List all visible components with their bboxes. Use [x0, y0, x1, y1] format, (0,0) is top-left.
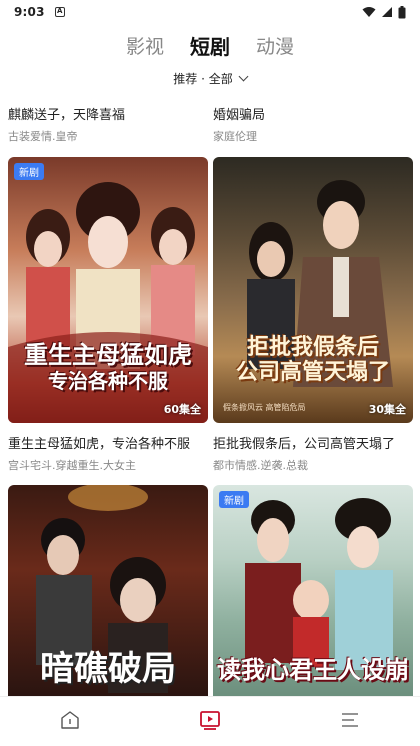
- poster-title: 重生主母猛如虎 专治各种不服: [8, 341, 208, 393]
- item-title: 麒麟送子，天降喜福: [8, 108, 126, 123]
- item-title: 重生主母猛如虎，专治各种不服: [8, 437, 191, 452]
- notification-icon: A: [54, 7, 65, 17]
- tab-label: 短剧: [190, 34, 230, 59]
- status-time: 9:03: [14, 5, 45, 19]
- poster-title: 拒批我假条后 公司高管天塌了: [213, 335, 413, 386]
- new-badge: 新剧: [14, 163, 44, 180]
- nav-videos[interactable]: [198, 708, 222, 736]
- drama-poster[interactable]: 新剧 读我心君王人设崩: [213, 485, 413, 696]
- play-video-icon: [200, 710, 220, 730]
- tab-short-drama[interactable]: 短剧: [190, 31, 230, 62]
- list-item[interactable]: 拒批我假条后，公司高管天塌了 都市情感.逆袭.总裁: [213, 433, 409, 473]
- item-title: 拒批我假条后，公司高管天塌了: [213, 437, 396, 452]
- home-icon: [61, 710, 79, 729]
- item-title: 婚姻骗局: [213, 108, 266, 123]
- item-tags: 古装爱情.皇帝: [8, 130, 78, 143]
- list-item[interactable]: 婚姻骗局 家庭伦理: [213, 104, 409, 144]
- drama-poster[interactable]: 新剧 重生主母猛如虎 专治各种不服 60集全: [8, 157, 208, 423]
- list-item[interactable]: 麒麟送子，天降喜福 古装爱情.皇帝: [8, 104, 204, 144]
- poster-subtitle: 假条掀风云 高管陷危局: [223, 403, 306, 412]
- bottom-nav: [0, 696, 420, 746]
- tab-anime[interactable]: 动漫: [256, 32, 294, 59]
- category-tabs: 影视 短剧 动漫: [0, 28, 420, 62]
- episode-count: 60集全: [163, 403, 201, 416]
- nav-home[interactable]: [58, 708, 82, 736]
- signal-icon: [382, 7, 392, 17]
- tab-movies[interactable]: 影视: [126, 32, 164, 59]
- episode-count: 30集全: [368, 403, 406, 416]
- new-badge: 新剧: [219, 491, 249, 508]
- tab-label: 影视: [125, 35, 164, 58]
- drama-poster[interactable]: 暗礁破局: [8, 485, 208, 696]
- poster-title-line: 公司高管天塌了: [235, 360, 390, 386]
- item-tags: 宫斗宅斗.穿越重生.大女主: [8, 459, 136, 472]
- tab-label: 动漫: [256, 35, 295, 58]
- poster-title: 暗礁破局: [40, 649, 176, 689]
- status-bar: 9:03 A: [0, 0, 420, 24]
- drama-poster[interactable]: 拒批我假条后 公司高管天塌了 假条掀风云 高管陷危局 30集全: [213, 157, 413, 423]
- item-tags: 都市情感.逆袭.总裁: [213, 459, 308, 472]
- nav-menu[interactable]: [338, 708, 362, 736]
- poster-title-line: 重生主母猛如虎: [24, 341, 192, 369]
- wifi-icon: [362, 7, 376, 17]
- poster-title: 读我心君王人设崩: [217, 656, 409, 684]
- poster-title-line: 专治各种不服: [48, 368, 168, 393]
- menu-icon: [342, 712, 358, 727]
- list-item[interactable]: 重生主母猛如虎，专治各种不服 宫斗宅斗.穿越重生.大女主: [8, 433, 204, 473]
- filter-dropdown[interactable]: 推荐 · 全部: [0, 68, 420, 88]
- battery-icon: [398, 5, 406, 18]
- poster-title-line: 拒批我假条后: [246, 335, 379, 360]
- item-tags: 家庭伦理: [213, 130, 257, 143]
- filter-label: 推荐 · 全部: [173, 71, 233, 86]
- chevron-down-icon: [238, 71, 249, 81]
